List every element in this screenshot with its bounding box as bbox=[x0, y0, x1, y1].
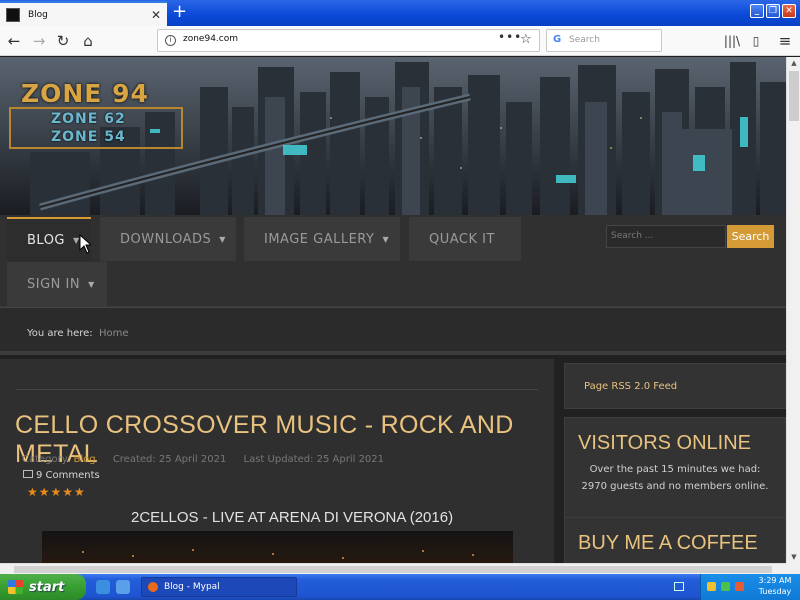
reload-icon[interactable]: ↻ bbox=[53, 31, 73, 51]
google-search-icon: G bbox=[553, 34, 562, 45]
article-meta: Category: Blog Created: 25 April 2021 La… bbox=[22, 454, 384, 465]
nav-item-label: SIGN IN bbox=[27, 276, 81, 292]
nav-item-label: QUACK IT bbox=[429, 231, 495, 247]
taskbar: start Blog - Mypal 3:29 AM Tuesday bbox=[0, 574, 800, 600]
updated-date: Last Updated: 25 April 2021 bbox=[243, 454, 385, 465]
library-icon[interactable]: |||\ bbox=[722, 31, 742, 51]
comment-icon bbox=[23, 470, 33, 478]
hamburger-menu-icon[interactable]: ≡ bbox=[775, 31, 795, 51]
shield-icon[interactable] bbox=[707, 582, 716, 591]
quicklaunch-ie-icon[interactable] bbox=[96, 580, 110, 594]
back-arrow-icon[interactable]: ← bbox=[4, 31, 24, 51]
page-actions-icon[interactable]: ••• bbox=[498, 30, 522, 44]
horizontal-scrollbar[interactable] bbox=[0, 563, 786, 574]
visitors-line-1: Over the past 15 minutes we had: bbox=[589, 464, 761, 475]
coffee-card: BUY ME A COFFEE bbox=[564, 517, 786, 563]
logo-main-text: ZONE 94 bbox=[21, 79, 149, 108]
nav-item-image-gallery[interactable]: IMAGE GALLERY ▼ bbox=[244, 217, 400, 261]
bookmark-star-icon[interactable]: ☆ bbox=[520, 32, 532, 47]
start-label: start bbox=[29, 579, 65, 595]
browser-toolbar: ← → ↻ ⌂ i zone94.com ••• ☆ G Search |||\… bbox=[0, 26, 800, 56]
article-panel: CELLO CROSSOVER MUSIC - ROCK AND METAL C… bbox=[0, 359, 554, 563]
network-icon[interactable] bbox=[721, 582, 730, 591]
address-bar[interactable]: i zone94.com ••• ☆ bbox=[157, 29, 540, 52]
nav-item-quack-it[interactable]: QUACK IT bbox=[409, 217, 521, 261]
comments-link[interactable]: 9 Comments bbox=[23, 470, 100, 481]
mouse-cursor-icon bbox=[79, 234, 91, 254]
concert-video-thumbnail bbox=[82, 549, 474, 559]
video-player[interactable] bbox=[42, 531, 513, 563]
nav-item-sign-in[interactable]: SIGN IN ▼ bbox=[7, 262, 107, 306]
web-content: ZONE 94 ZONE 62 ZONE 54 BLOG ▼ DOWNLOADS… bbox=[0, 57, 786, 563]
category-label: Category: bbox=[22, 454, 71, 465]
site-search-input[interactable]: Search ... bbox=[606, 225, 726, 248]
tab-title: Blog bbox=[28, 9, 48, 20]
browser-titlebar: Blog ✕ + _ ❐ ✕ bbox=[0, 0, 800, 26]
task-title: Blog - Mypal bbox=[164, 582, 220, 592]
breadcrumb: You are here: Home bbox=[0, 307, 786, 355]
nav-item-downloads[interactable]: DOWNLOADS ▼ bbox=[100, 217, 236, 261]
divider bbox=[16, 389, 538, 390]
keyboard-icon[interactable] bbox=[674, 582, 684, 591]
nav-item-label: IMAGE GALLERY bbox=[264, 231, 375, 247]
caret-down-icon: ▼ bbox=[382, 234, 390, 244]
scrollbar-thumb[interactable] bbox=[789, 71, 799, 121]
breadcrumb-label: You are here: bbox=[27, 328, 93, 339]
rss-card: Page RSS 2.0 Feed bbox=[564, 363, 786, 409]
site-logo[interactable]: ZONE 94 ZONE 62 ZONE 54 bbox=[9, 79, 199, 163]
vertical-scrollbar[interactable]: ▲ ▼ bbox=[786, 57, 800, 563]
main-navigation: BLOG ▼ DOWNLOADS ▼ IMAGE GALLERY ▼ QUACK… bbox=[0, 215, 786, 307]
category-link[interactable]: Blog bbox=[74, 454, 96, 465]
logo-line-2: ZONE 62 bbox=[51, 111, 126, 127]
clock-time: 3:29 AM bbox=[758, 576, 792, 585]
scroll-up-icon[interactable]: ▲ bbox=[787, 57, 800, 69]
volume-icon[interactable] bbox=[735, 582, 744, 591]
windows-flag-icon bbox=[8, 580, 23, 594]
system-tray: 3:29 AM Tuesday bbox=[700, 574, 800, 600]
url-text[interactable]: zone94.com bbox=[183, 34, 238, 44]
tab-blog[interactable]: Blog ✕ bbox=[0, 1, 167, 26]
quicklaunch-desktop-icon[interactable] bbox=[116, 580, 130, 594]
mypal-icon bbox=[148, 582, 158, 592]
coffee-heading: BUY ME A COFFEE bbox=[578, 532, 758, 554]
minimize-button[interactable]: _ bbox=[750, 4, 764, 18]
breadcrumb-home-link[interactable]: Home bbox=[99, 328, 129, 339]
scrollbar-corner bbox=[786, 563, 800, 574]
rating-stars[interactable]: ★★★★★ bbox=[27, 485, 86, 499]
taskbar-item-mypal[interactable]: Blog - Mypal bbox=[141, 577, 297, 597]
site-search-button[interactable]: Search bbox=[727, 225, 774, 248]
visitors-heading: VISITORS ONLINE bbox=[578, 432, 752, 454]
nav-item-label: DOWNLOADS bbox=[120, 231, 212, 247]
clock-day: Tuesday bbox=[758, 587, 792, 596]
logo-line-3: ZONE 54 bbox=[51, 129, 126, 145]
site-favicon-icon bbox=[6, 7, 20, 22]
article-subtitle: 2CELLOS - LIVE AT ARENA DI VERONA (2016) bbox=[131, 509, 454, 526]
tab-close-icon[interactable]: ✕ bbox=[151, 8, 161, 22]
scroll-down-icon[interactable]: ▼ bbox=[787, 551, 800, 563]
clock[interactable]: 3:29 AM Tuesday bbox=[753, 575, 797, 597]
visitors-text: Over the past 15 minutes we had: 2970 gu… bbox=[575, 461, 775, 495]
new-tab-button[interactable]: + bbox=[172, 2, 187, 22]
browser-search-box[interactable]: G Search bbox=[546, 29, 662, 52]
caret-down-icon: ▼ bbox=[219, 234, 226, 244]
comments-count: 9 Comments bbox=[36, 470, 100, 481]
header-banner: ZONE 94 ZONE 62 ZONE 54 bbox=[0, 57, 786, 215]
horizontal-scrollbar-thumb[interactable] bbox=[14, 566, 772, 573]
nav-item-label: BLOG bbox=[27, 232, 66, 248]
sidebar-toggle-icon[interactable]: ▯ bbox=[746, 31, 766, 51]
rss-feed-link[interactable]: Page RSS 2.0 Feed bbox=[584, 381, 677, 392]
caret-down-icon: ▼ bbox=[88, 279, 95, 289]
close-window-button[interactable]: ✕ bbox=[782, 4, 796, 18]
start-button[interactable]: start bbox=[0, 574, 86, 600]
home-icon[interactable]: ⌂ bbox=[78, 31, 98, 51]
created-date: Created: 25 April 2021 bbox=[112, 454, 227, 465]
forward-arrow-icon[interactable]: → bbox=[29, 31, 49, 51]
restore-button[interactable]: ❐ bbox=[766, 4, 780, 18]
site-info-icon[interactable]: i bbox=[165, 35, 176, 46]
visitors-line-2: 2970 guests and no members online. bbox=[581, 481, 769, 492]
browser-search-placeholder: Search bbox=[569, 35, 600, 45]
